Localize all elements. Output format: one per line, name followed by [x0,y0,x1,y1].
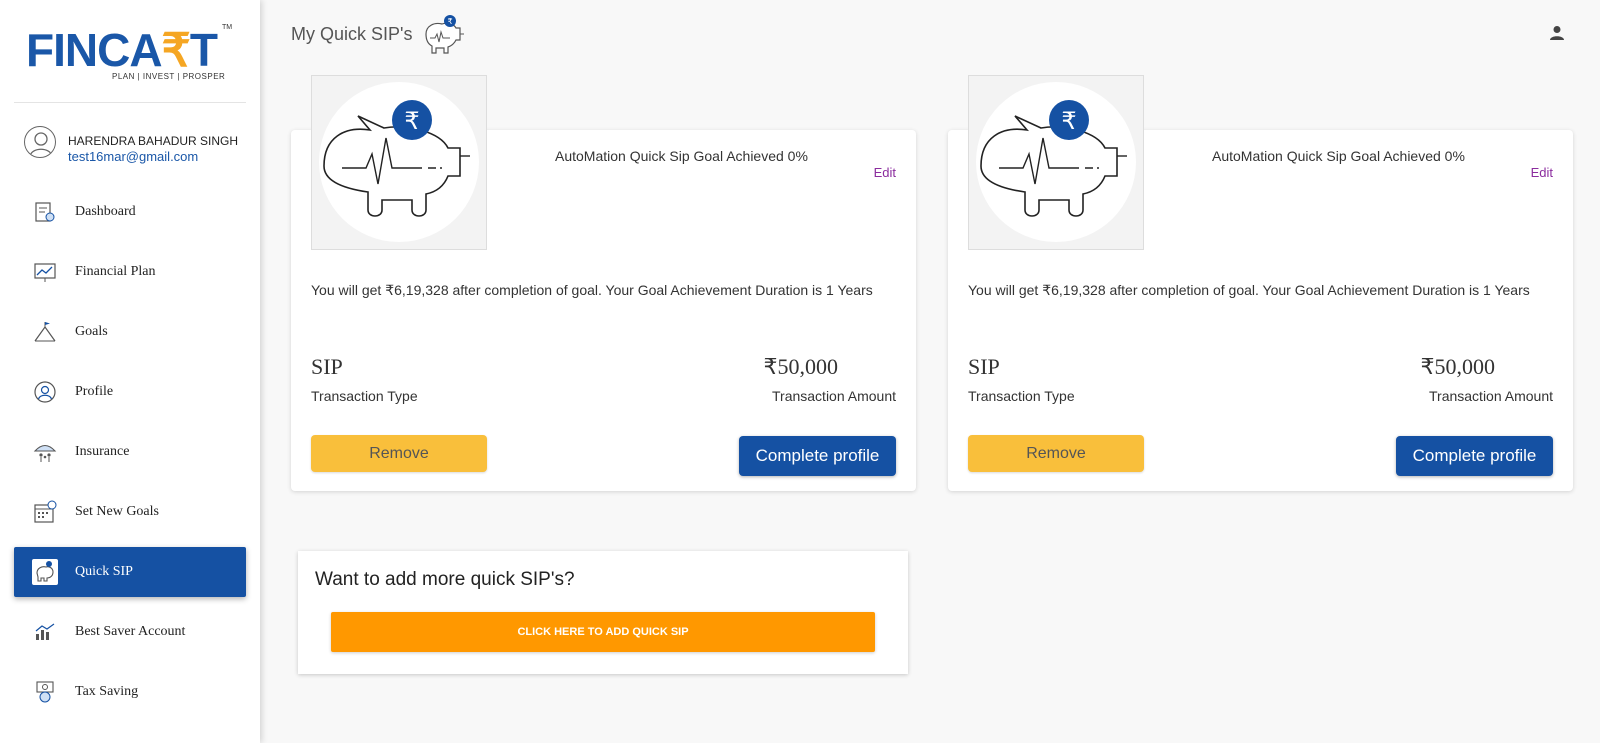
nav-item-insurance[interactable]: Insurance [14,427,246,477]
piggy-bank-icon [32,559,58,585]
transaction-amount-value: ₹50,000 [763,354,839,379]
goal-description: You will get ₹6,19,328 after completion … [311,282,873,298]
transaction-type-label: Transaction Type [968,388,1075,404]
nav-item-best-saver-account[interactable]: Best Saver Account [14,607,246,657]
nav-item-goals[interactable]: Goals [14,307,246,357]
edit-link[interactable]: Edit [874,165,896,180]
svg-text:₹: ₹ [1061,107,1076,135]
transaction-type-value: SIP [311,354,343,379]
nav-item-quick-sip[interactable]: Quick SIP [14,547,246,597]
tax-money-icon [32,679,58,705]
chart-icon [32,259,58,285]
remove-button[interactable]: Remove [311,435,487,472]
avatar-icon [24,126,56,158]
fincart-logo[interactable]: FINCA₹T TM PLAN | INVEST | PROSPER [26,24,236,84]
edit-link[interactable]: Edit [1531,165,1553,180]
dashboard-icon [32,199,58,225]
sidebar-nav: Dashboard Financial Plan Goals Profile I… [14,187,246,727]
goal-achieved-title: AutoMation Quick Sip Goal Achieved 0% [555,148,808,164]
complete-profile-button[interactable]: Complete profile [739,436,896,476]
mountain-flag-icon [32,319,58,345]
svg-text:₹: ₹ [447,17,452,26]
transaction-type-value: SIP [968,354,1000,379]
quick-sip-card: ₹ AutoMation Quick Sip Goal Achieved 0% … [948,75,1573,491]
transaction-amount-label: Transaction Amount [772,388,896,404]
calendar-target-icon [32,499,58,525]
user-account-icon[interactable] [1548,24,1566,42]
user-name: HARENDRA BAHADUR SINGH [68,134,239,148]
sip-piggy-image: ₹ [968,75,1144,250]
piggy-bank-icon: ₹ [420,14,470,56]
logo-tagline: PLAN | INVEST | PROSPER [112,72,226,81]
transaction-amount-label: Transaction Amount [1429,388,1553,404]
nav-item-profile[interactable]: Profile [14,367,246,417]
goal-achieved-title: AutoMation Quick Sip Goal Achieved 0% [1212,148,1465,164]
user-circle-icon [32,379,58,405]
user-email: test16mar@gmail.com [68,149,199,164]
umbrella-family-icon [32,439,58,465]
goal-description: You will get ₹6,19,328 after completion … [968,282,1530,298]
add-quick-sip-button[interactable]: CLICK HERE TO ADD QUICK SIP [331,612,875,652]
add-quick-sip-panel: Want to add more quick SIP's? CLICK HERE… [298,551,908,674]
transaction-type-label: Transaction Type [311,388,418,404]
user-info: HARENDRA BAHADUR SINGH test16mar@gmail.c… [24,126,254,166]
remove-button[interactable]: Remove [968,435,1144,472]
complete-profile-button[interactable]: Complete profile [1396,436,1553,476]
nav-item-tax-saving[interactable]: Tax Saving [14,667,246,717]
svg-text:₹: ₹ [404,107,419,135]
nav-item-dashboard[interactable]: Dashboard [14,187,246,237]
sidebar-divider [14,102,246,103]
savings-chart-icon [32,619,58,645]
quick-sip-card: ₹ AutoMation Quick Sip Goal Achieved 0% … [291,75,916,491]
nav-item-financial-plan[interactable]: Financial Plan [14,247,246,297]
add-quick-sip-heading: Want to add more quick SIP's? [315,569,575,590]
transaction-amount-value: ₹50,000 [1420,354,1496,379]
sip-piggy-image: ₹ [311,75,487,250]
nav-item-set-new-goals[interactable]: Set New Goals [14,487,246,537]
page-title: My Quick SIP's [291,24,413,44]
sidebar: FINCA₹T TM PLAN | INVEST | PROSPER HAREN… [0,0,260,743]
